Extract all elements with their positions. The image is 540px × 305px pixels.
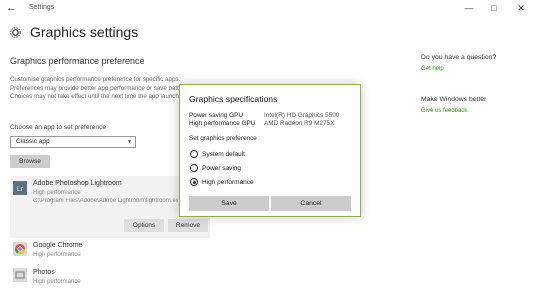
lightroom-icon-text: Lr [17, 186, 24, 193]
feedback-link[interactable]: Give us feedback [421, 108, 467, 114]
help-title: Do you have a question? [421, 54, 497, 61]
photos-icon [13, 268, 27, 282]
radio-power-saving[interactable] [190, 164, 198, 172]
get-help-link[interactable]: Get help [421, 66, 444, 72]
graphics-specifications-dialog: Graphics specifications Power saving GPU… [179, 84, 361, 217]
radio-system-default[interactable] [190, 150, 198, 158]
back-arrow-icon[interactable]: ← [6, 2, 17, 14]
app-name: Adobe Photoshop Lightroom [33, 180, 122, 187]
app-path: C:\Program Files\Adobe\Adobe Lightroom\l… [33, 198, 178, 204]
page-title: Graphics settings [30, 24, 139, 40]
minimize-icon[interactable]: — [460, 1, 478, 15]
app-name[interactable]: Google Chrome [33, 242, 82, 249]
cancel-button[interactable]: Cancel [271, 196, 351, 211]
app-preference: High performance [33, 190, 81, 196]
lightroom-icon: Lr [13, 181, 27, 195]
close-icon[interactable]: ✕ [512, 1, 530, 15]
feedback-title: Make Windows better [421, 96, 487, 103]
radio-label-high-performance[interactable]: High performance [202, 179, 254, 186]
high-performance-gpu-label: High performance GPU [189, 120, 256, 127]
app-type-dropdown[interactable]: Classic app ▾ [10, 136, 136, 148]
app-preference: High performance [33, 252, 81, 258]
high-performance-gpu-value: AMD Radeon R9 M275X [264, 120, 335, 127]
choose-app-label: Choose an app to set preference [10, 124, 107, 131]
power-saving-gpu-label: Power saving GPU [189, 112, 243, 119]
window-title: Settings [29, 4, 55, 11]
chrome-icon [13, 242, 27, 256]
chevron-down-icon: ▾ [127, 139, 131, 145]
preference-label: Set graphics preference [189, 135, 257, 142]
radio-high-performance[interactable] [190, 178, 198, 186]
gear-icon [10, 27, 21, 38]
app-name[interactable]: Photos [33, 269, 55, 276]
app-preference: High performance [33, 279, 81, 285]
save-button[interactable]: Save [189, 196, 269, 211]
options-button[interactable]: Options [124, 219, 164, 232]
maximize-icon[interactable]: □ [485, 1, 503, 15]
dialog-title: Graphics specifications [189, 94, 278, 104]
dropdown-value: Classic app [16, 138, 50, 145]
radio-label-system-default[interactable]: System default [202, 151, 245, 158]
radio-label-power-saving[interactable]: Power saving [202, 165, 241, 172]
power-saving-gpu-value: Intel(R) HD Graphics 5500 [264, 112, 340, 119]
browse-button[interactable]: Browse [10, 155, 50, 168]
title-bar: ← Settings — □ ✕ [0, 0, 540, 18]
section-title: Graphics performance preference [10, 56, 145, 66]
remove-button[interactable]: Remove [168, 219, 208, 232]
